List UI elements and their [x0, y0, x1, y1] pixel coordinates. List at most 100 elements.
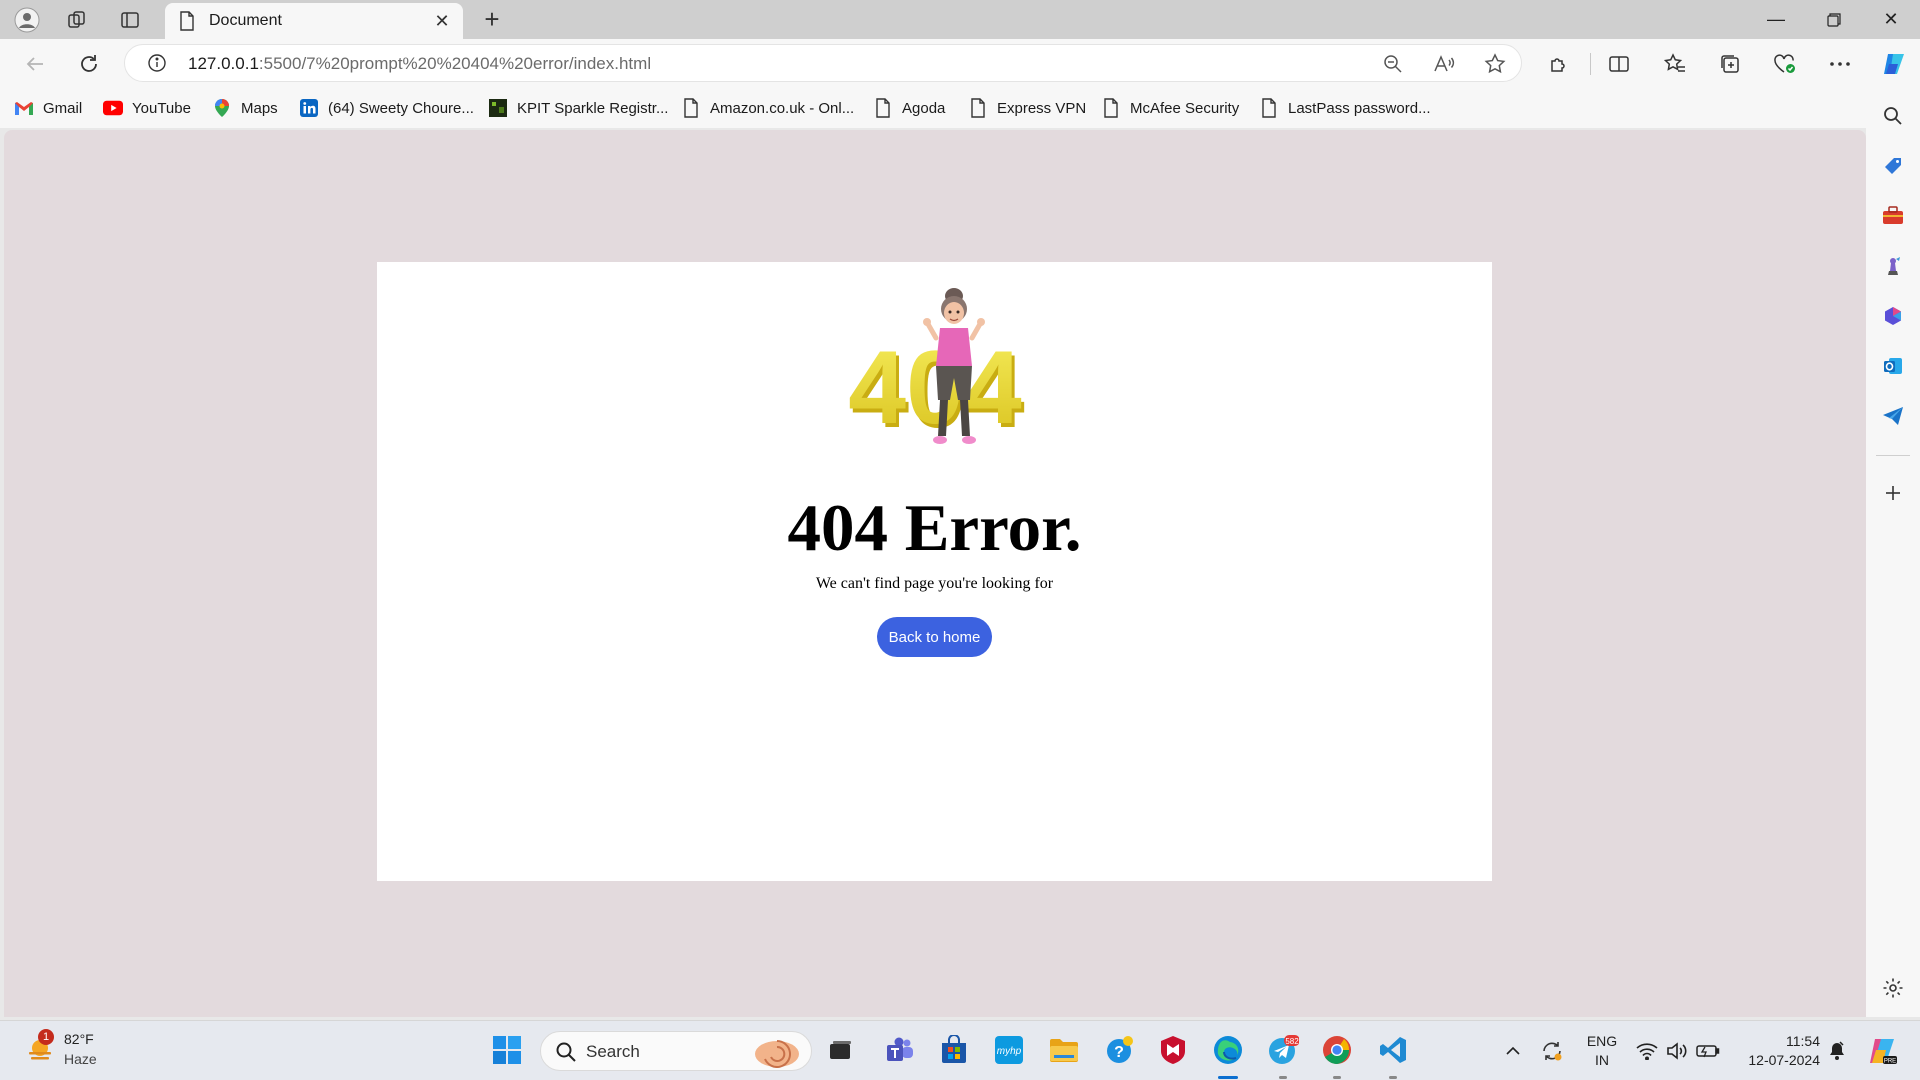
weather-condition: Haze: [64, 1051, 97, 1067]
clock-date: 12-07-2024: [1748, 1052, 1820, 1068]
page-viewport: 404 404 404 Error. We can: [4, 130, 1866, 1017]
bookmark-maps[interactable]: Maps: [212, 96, 278, 120]
address-bar[interactable]: 127.0.0.1:5500/7%20prompt%20%20404%20err…: [124, 44, 1522, 82]
site-info-icon[interactable]: [147, 53, 167, 78]
myhp-icon[interactable]: myhp: [990, 1031, 1028, 1069]
collections-icon[interactable]: [1715, 49, 1745, 79]
error-subtitle: We can't find page you're looking for: [815, 575, 1054, 592]
bookmark-lastpass[interactable]: LastPass password...: [1259, 96, 1431, 120]
battery-icon[interactable]: [1694, 1021, 1722, 1080]
windows-taskbar: 1 82°F Haze Search myhp ? 582 ENG IN 11:…: [0, 1020, 1920, 1080]
page-icon: [1101, 98, 1121, 118]
tab-actions-icon[interactable]: [117, 7, 143, 33]
mcafee-icon[interactable]: [1154, 1031, 1192, 1069]
gmail-icon: [14, 98, 34, 118]
clock-time: 11:54: [1786, 1033, 1820, 1049]
tab-strip: Document ✕ + — ✕: [0, 0, 1920, 39]
page-icon: [179, 11, 195, 36]
minimize-button[interactable]: —: [1748, 0, 1804, 39]
teams-icon[interactable]: [881, 1031, 919, 1069]
edge-sidebar: [1866, 88, 1920, 1017]
more-options-icon[interactable]: [1825, 49, 1855, 79]
error-title: 404 Error.: [787, 491, 1082, 565]
chrome-icon[interactable]: [1318, 1031, 1356, 1069]
copilot-icon[interactable]: [1879, 49, 1909, 79]
clock[interactable]: 11:54 12-07-2024: [1734, 1032, 1820, 1070]
bookmark-gmail[interactable]: Gmail: [14, 96, 82, 120]
file-explorer-icon[interactable]: [1045, 1031, 1083, 1069]
notifications-bell-icon[interactable]: [1824, 1021, 1850, 1080]
youtube-icon: [103, 98, 123, 118]
maps-icon: [212, 98, 232, 118]
shell-decoration-icon: [753, 1036, 801, 1073]
windows-start-icon[interactable]: [488, 1031, 526, 1069]
refresh-icon[interactable]: [74, 49, 104, 79]
favorite-star-icon[interactable]: [1484, 53, 1506, 75]
hero-404-text: 404: [848, 330, 1022, 446]
sync-icon[interactable]: [1537, 1021, 1567, 1080]
task-view-icon[interactable]: [822, 1031, 860, 1069]
tools-icon[interactable]: [1881, 204, 1905, 228]
bookmark-amazon[interactable]: Amazon.co.uk - Onl...: [681, 96, 854, 120]
extensions-icon[interactable]: [1544, 49, 1574, 79]
zoom-out-icon[interactable]: [1382, 53, 1404, 75]
back-to-home-button[interactable]: Back to home: [877, 617, 992, 657]
close-tab-icon[interactable]: ✕: [431, 10, 453, 32]
bookmark-youtube[interactable]: YouTube: [103, 96, 191, 120]
page-icon: [681, 98, 701, 118]
weather-temp: 82°F: [64, 1031, 94, 1047]
edge-browser-icon[interactable]: [1209, 1031, 1247, 1069]
shopping-tag-icon[interactable]: [1881, 154, 1905, 178]
linkedin-icon: [299, 98, 319, 118]
svg-text:myhp: myhp: [997, 1046, 1022, 1057]
kpit-icon: [488, 98, 508, 118]
microsoft-store-icon[interactable]: [935, 1031, 973, 1069]
split-screen-icon[interactable]: [1604, 49, 1634, 79]
telegram-badge: 582: [1285, 1037, 1299, 1046]
outlook-icon[interactable]: [1881, 354, 1905, 378]
volume-icon[interactable]: [1664, 1021, 1690, 1080]
read-aloud-icon[interactable]: [1433, 53, 1455, 75]
copilot-pre-icon[interactable]: PRE: [1864, 1021, 1900, 1080]
new-tab-button[interactable]: +: [478, 6, 506, 34]
page-icon: [873, 98, 893, 118]
bookmark-linkedin[interactable]: (64) Sweety Choure...: [299, 96, 474, 120]
bookmarks-bar: Gmail YouTube Maps (64) Sweety Choure...…: [0, 88, 1920, 128]
svg-text:?: ?: [1114, 1044, 1124, 1061]
close-window-button[interactable]: ✕: [1863, 0, 1919, 39]
settings-gear-icon[interactable]: [1881, 976, 1905, 1000]
bookmark-mcafee[interactable]: McAfee Security: [1101, 96, 1239, 120]
add-icon[interactable]: [1881, 481, 1905, 505]
taskbar-search[interactable]: Search: [540, 1031, 812, 1071]
tab-document[interactable]: Document ✕: [165, 3, 463, 39]
bookmark-express-vpn[interactable]: Express VPN: [968, 96, 1086, 120]
profile-icon[interactable]: [14, 7, 40, 33]
bookmark-agoda[interactable]: Agoda: [873, 96, 945, 120]
games-icon[interactable]: [1881, 254, 1905, 278]
url-text[interactable]: 127.0.0.1:5500/7%20prompt%20%20404%20err…: [188, 54, 651, 74]
page-icon: [1259, 98, 1279, 118]
browser-toolbar: 127.0.0.1:5500/7%20prompt%20%20404%20err…: [0, 39, 1920, 88]
telegram-icon[interactable]: 582: [1264, 1031, 1302, 1069]
show-hidden-icons-chevron[interactable]: [1500, 1021, 1526, 1080]
language-indicator[interactable]: ENG IN: [1582, 1032, 1622, 1070]
workspaces-icon[interactable]: [64, 7, 90, 33]
back-icon[interactable]: [20, 49, 50, 79]
vscode-icon[interactable]: [1374, 1031, 1412, 1069]
search-icon: [555, 1041, 577, 1068]
weather-alert-badge: 1: [38, 1029, 54, 1045]
error-illustration: 404 404: [848, 288, 1025, 450]
error-card: 404 404 404 Error. We can: [377, 262, 1492, 881]
page-icon: [968, 98, 988, 118]
search-icon[interactable]: [1881, 104, 1905, 128]
weather-widget[interactable]: 1 82°F Haze: [22, 1028, 112, 1072]
restore-button[interactable]: [1806, 0, 1862, 39]
get-help-icon[interactable]: ?: [1101, 1031, 1139, 1069]
wifi-icon[interactable]: [1634, 1021, 1660, 1080]
browser-essentials-icon[interactable]: [1770, 49, 1800, 79]
send-icon[interactable]: [1881, 404, 1905, 428]
bookmark-kpit[interactable]: KPIT Sparkle Registr...: [488, 96, 668, 120]
svg-text:PRE: PRE: [1884, 1059, 1896, 1065]
favorites-icon[interactable]: [1660, 49, 1690, 79]
microsoft365-icon[interactable]: [1881, 304, 1905, 328]
